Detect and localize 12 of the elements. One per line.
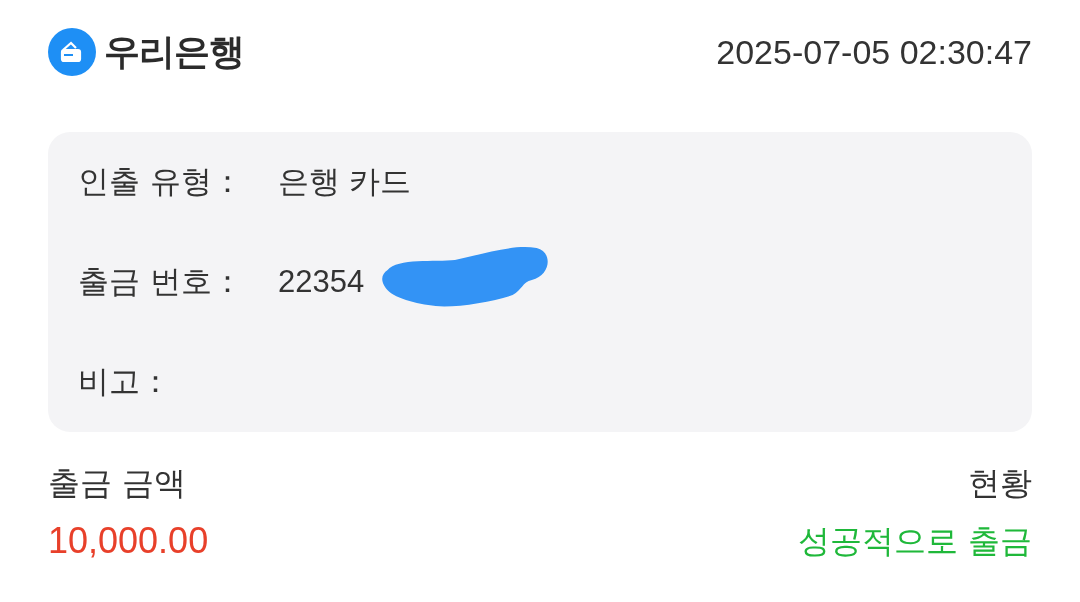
status-value: 성공적으로 출금 xyxy=(797,521,1032,562)
bank-logo-icon xyxy=(48,28,96,76)
status-label: 현황 xyxy=(968,463,1032,504)
field-label: 인출 유형： xyxy=(78,162,244,201)
amount-label: 출금 금액 xyxy=(48,463,188,504)
timestamp: 2025-07-05 02:30:47 xyxy=(716,32,1032,72)
field-value: 22354 xyxy=(278,264,365,300)
bank-name: 우리은행 xyxy=(104,29,244,74)
amount-value: 10,000.00 xyxy=(48,520,209,562)
field-label: 출금 번호： xyxy=(78,262,244,301)
field-label: 비고： xyxy=(78,362,172,401)
field-value: 은행 카드 xyxy=(278,163,411,201)
